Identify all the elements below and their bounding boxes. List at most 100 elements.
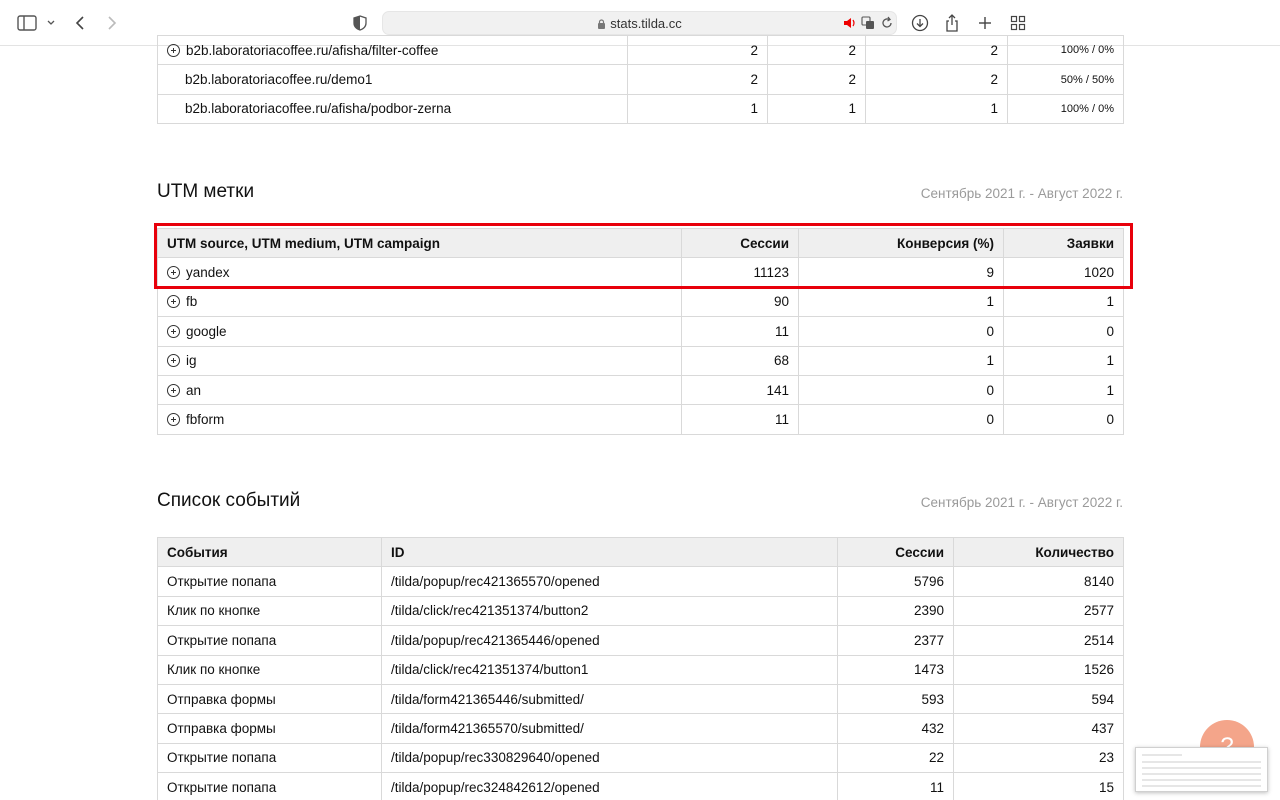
event-cell: Открытие попапа	[157, 772, 382, 800]
events-section-title: Список событий	[157, 490, 301, 511]
sessions-cell: 141	[681, 374, 799, 406]
expand-icon[interactable]	[167, 383, 180, 397]
expand-icon[interactable]	[167, 266, 180, 280]
sessions-cell: 2377	[837, 625, 954, 656]
count-cell: 15	[953, 772, 1124, 800]
table-row: Клик по кнопке /tilda/click/rec421351374…	[157, 654, 1124, 685]
sessions-cell: 68	[681, 345, 799, 376]
event-id-cell: /tilda/click/rec421351374/button2	[381, 595, 838, 627]
requests-cell: 0	[1003, 316, 1124, 347]
column-header-events[interactable]: События	[157, 536, 382, 568]
page-cell: b2b.laboratoriacoffee.ru/demo1	[157, 64, 628, 95]
event-cell: Отправка формы	[157, 683, 382, 715]
column-header-sessions[interactable]: Сессии	[837, 536, 954, 568]
value-cell: 2	[865, 64, 1008, 95]
requests-cell: 1	[1003, 374, 1124, 406]
table-row: b2b.laboratoriacoffee.ru/afisha/podbor-z…	[157, 93, 1124, 125]
event-cell: Открытие попапа	[157, 742, 382, 774]
address-bar[interactable]: stats.tilda.cc	[382, 11, 897, 35]
event-cell: Открытие попапа	[157, 566, 382, 597]
conversion-cell: 1	[798, 345, 1004, 376]
table-row: Открытие попапа /tilda/popup/rec42136544…	[157, 625, 1124, 656]
table-row: fbform 11 0 0	[157, 404, 1124, 435]
table-row: Открытие попапа /tilda/popup/rec33082964…	[157, 742, 1124, 774]
ratio-cell: 100% / 0%	[1007, 34, 1124, 66]
lock-icon	[597, 17, 606, 29]
utm-date-range: Сентябрь 2021 г. - Август 2022 г.	[920, 186, 1123, 201]
value-cell: 2	[627, 34, 768, 66]
utm-source-cell[interactable]: yandex	[157, 257, 682, 288]
screenshot-thumbnail[interactable]	[1135, 747, 1268, 792]
count-cell: 1526	[953, 654, 1124, 685]
speaker-icon[interactable]	[843, 16, 857, 35]
tab-overview-icon[interactable]	[1007, 12, 1029, 34]
value-cell: 1	[865, 93, 1008, 125]
privacy-shield-icon[interactable]	[349, 12, 371, 34]
value-cell: 2	[767, 34, 866, 66]
sessions-cell: 11123	[681, 257, 799, 288]
utm-source-cell[interactable]: ig	[157, 345, 682, 376]
sessions-cell: 90	[681, 286, 799, 318]
table-row: b2b.laboratoriacoffee.ru/demo1 2 2 2 50%…	[157, 64, 1124, 95]
column-header-id[interactable]: ID	[381, 536, 838, 568]
column-header-count[interactable]: Количество	[953, 536, 1124, 568]
column-header-utm[interactable]: UTM source, UTM medium, UTM campaign	[157, 227, 682, 259]
sessions-cell: 1473	[837, 654, 954, 685]
value-cell: 2	[767, 64, 866, 95]
translate-icon[interactable]	[861, 16, 875, 35]
expand-icon[interactable]	[167, 43, 180, 57]
conversion-cell: 0	[798, 404, 1004, 435]
table-header-row: События ID Сессии Количество	[157, 536, 1124, 568]
utm-table: UTM source, UTM medium, UTM campaign Сес…	[157, 227, 1124, 435]
share-icon[interactable]	[941, 12, 963, 34]
table-row: fb 90 1 1	[157, 286, 1124, 318]
count-cell: 437	[953, 713, 1124, 744]
requests-cell: 1	[1003, 286, 1124, 318]
new-tab-icon[interactable]	[974, 12, 996, 34]
forward-icon[interactable]	[101, 12, 123, 34]
table-row: b2b.laboratoriacoffee.ru/afisha/filter-c…	[157, 34, 1124, 66]
event-id-cell: /tilda/popup/rec421365570/opened	[381, 566, 838, 597]
requests-cell: 1020	[1003, 257, 1124, 288]
page-cell[interactable]: b2b.laboratoriacoffee.ru/afisha/filter-c…	[157, 34, 628, 66]
back-icon[interactable]	[69, 12, 91, 34]
page-cell: b2b.laboratoriacoffee.ru/afisha/podbor-z…	[157, 93, 628, 125]
column-header-sessions[interactable]: Сессии	[681, 227, 799, 259]
sidebar-toggle-icon[interactable]	[16, 12, 38, 34]
events-table: События ID Сессии Количество Открытие по…	[157, 536, 1124, 800]
utm-section-title: UTM метки	[157, 181, 255, 202]
utm-source-cell[interactable]: fbform	[157, 404, 682, 435]
count-cell: 23	[953, 742, 1124, 774]
utm-source-cell[interactable]: fb	[157, 286, 682, 318]
requests-cell: 1	[1003, 345, 1124, 376]
event-cell: Клик по кнопке	[157, 654, 382, 685]
reload-icon[interactable]	[880, 16, 894, 35]
expand-icon[interactable]	[167, 413, 180, 427]
event-id-cell: /tilda/popup/rec324842612/opened	[381, 772, 838, 800]
event-id-cell: /tilda/form421365570/submitted/	[381, 713, 838, 744]
column-header-requests[interactable]: Заявки	[1003, 227, 1124, 259]
address-text: stats.tilda.cc	[610, 16, 682, 31]
event-cell: Клик по кнопке	[157, 595, 382, 627]
table-row: yandex 11123 9 1020	[157, 257, 1124, 288]
table-row: google 11 0 0	[157, 316, 1124, 347]
pages-table: b2b.laboratoriacoffee.ru/afisha/filter-c…	[157, 34, 1124, 125]
count-cell: 2514	[953, 625, 1124, 656]
expand-icon[interactable]	[167, 324, 180, 338]
conversion-cell: 0	[798, 316, 1004, 347]
event-cell: Открытие попапа	[157, 625, 382, 656]
expand-icon[interactable]	[167, 295, 180, 309]
value-cell: 2	[865, 34, 1008, 66]
chevron-down-icon[interactable]	[40, 12, 62, 34]
utm-source-cell[interactable]: google	[157, 316, 682, 347]
column-header-conversion[interactable]: Конверсия (%)	[798, 227, 1004, 259]
table-row: ig 68 1 1	[157, 345, 1124, 376]
download-icon[interactable]	[909, 12, 931, 34]
utm-source-cell[interactable]: an	[157, 374, 682, 406]
ratio-cell: 50% / 50%	[1007, 64, 1124, 95]
sessions-cell: 593	[837, 683, 954, 715]
conversion-cell: 0	[798, 374, 1004, 406]
event-id-cell: /tilda/popup/rec330829640/opened	[381, 742, 838, 774]
sessions-cell: 11	[837, 772, 954, 800]
expand-icon[interactable]	[167, 354, 180, 368]
